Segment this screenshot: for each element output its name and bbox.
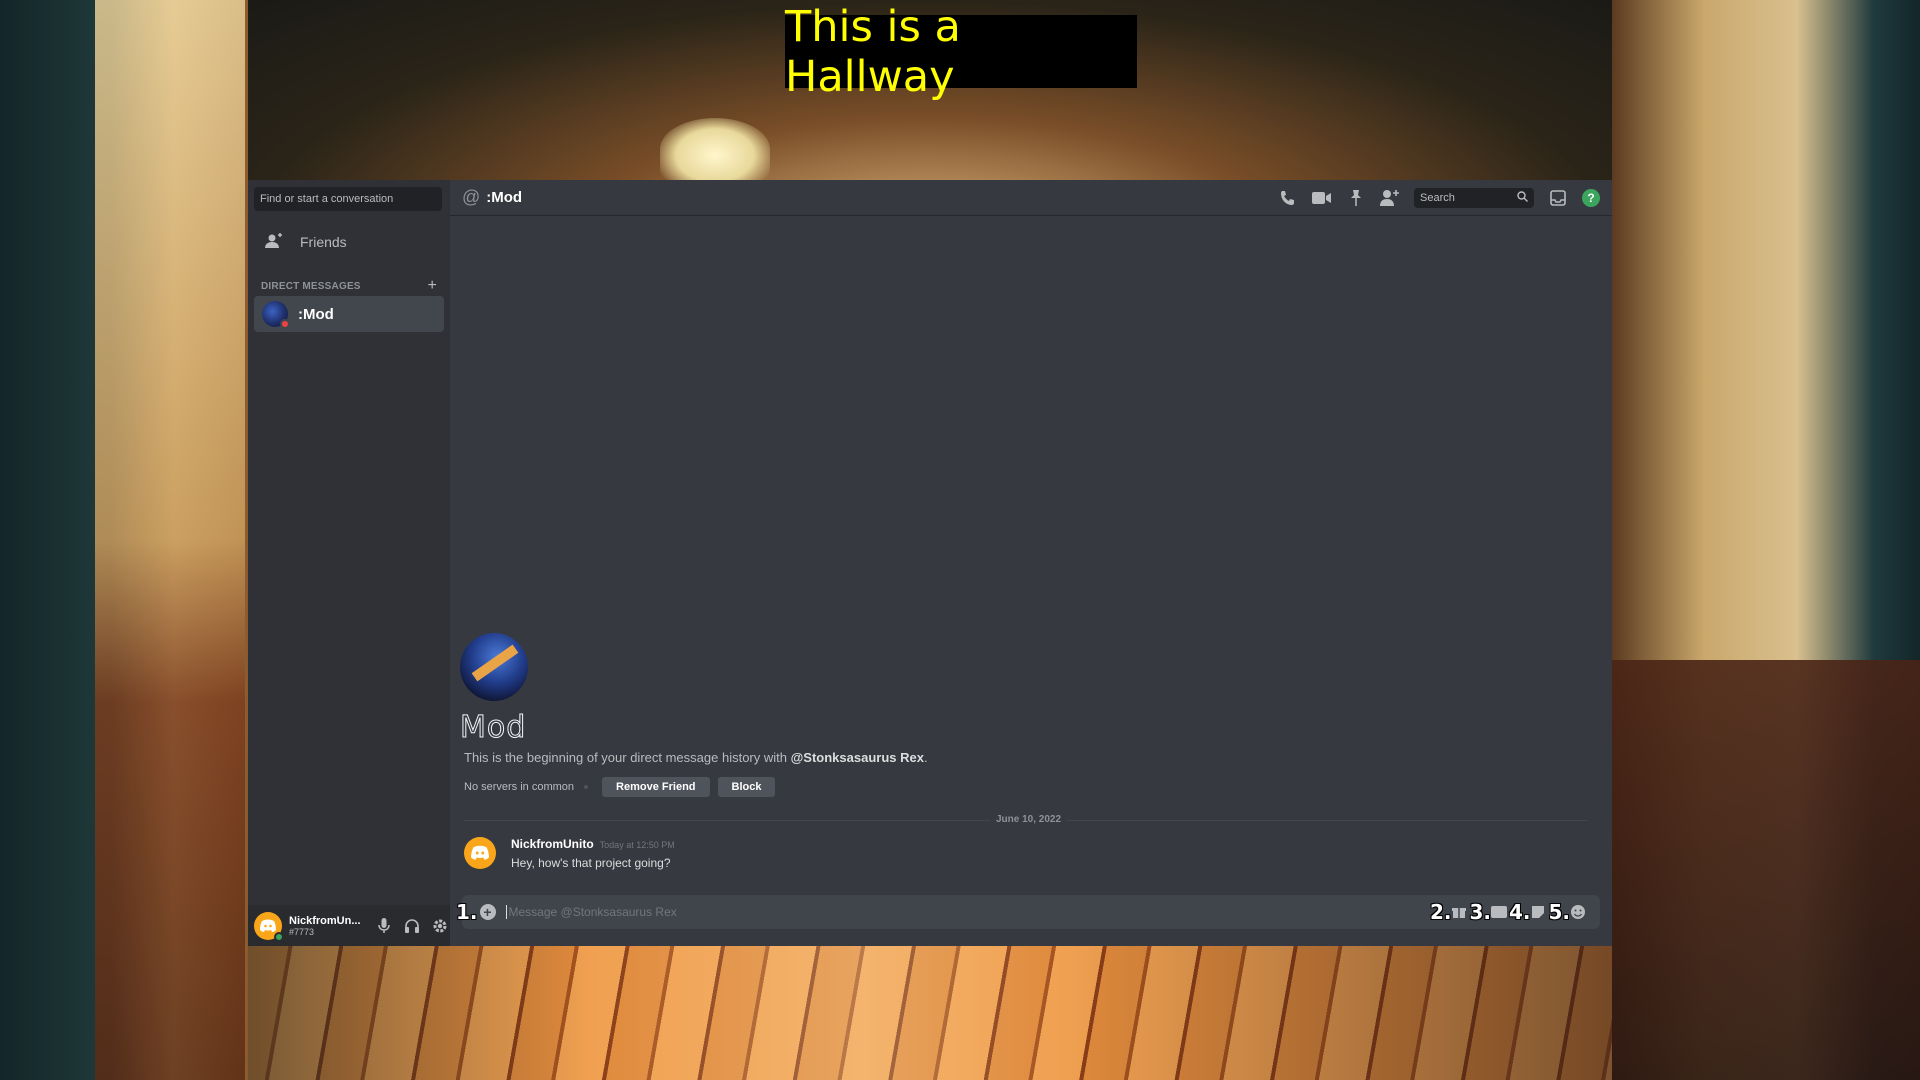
channel-header: @ :Mod Search ? (450, 180, 1612, 216)
label-4: 4. (1508, 900, 1531, 924)
welcome-desc-suffix: . (923, 750, 928, 765)
welcome-description: This is the beginning of your direct mes… (464, 750, 928, 765)
search-label: Search (1420, 192, 1455, 204)
caption-box: This is a Hallway (785, 2, 1137, 102)
message-composer: 1. + Message @Stonksasaurus Rex 2. 3. 4.… (456, 895, 1600, 929)
dm-item-name: :Mod (298, 305, 334, 323)
search-icon (1517, 189, 1528, 207)
pin-icon[interactable] (1346, 188, 1366, 208)
attach-plus-icon[interactable]: + (479, 904, 496, 920)
user-panel: NickfromUn... #7773 (248, 905, 450, 946)
welcome-desc-user: @Stonksasaurus Rex (790, 750, 924, 765)
label-2: 2. (1429, 900, 1452, 924)
welcome-actions: No servers in common Remove Friend Block (464, 777, 783, 797)
find-conversation-input[interactable]: Find or start a conversation (254, 187, 442, 211)
add-friend-icon[interactable] (1380, 188, 1400, 208)
sidebar-item-friends[interactable]: Friends (254, 224, 444, 260)
message-timestamp: Today at 12:50 PM (599, 840, 675, 850)
friends-icon (264, 232, 284, 252)
status-dnd-icon (280, 319, 290, 329)
create-dm-plus-icon[interactable]: + (427, 277, 437, 295)
discord-logo-icon (260, 919, 276, 932)
avatar (262, 301, 290, 329)
label-5: 5. (1548, 900, 1570, 924)
voice-call-icon[interactable] (1278, 188, 1298, 208)
user-name: NickfromUn... (289, 914, 361, 927)
gif-icon[interactable] (1490, 904, 1507, 920)
background-left-panel (95, 0, 245, 1080)
welcome-desc-prefix: This is the beginning of your direct mes… (464, 750, 791, 765)
no-servers-text: No servers in common (464, 781, 575, 793)
sidebar: Find or start a conversation Friends DIR… (248, 180, 450, 946)
date-divider-label: June 10, 2022 (990, 814, 1068, 825)
sticker-icon[interactable] (1530, 904, 1546, 920)
discord-logo-icon (471, 845, 489, 860)
dm-item-mod[interactable]: :Mod (254, 296, 444, 332)
message-text: Hey, how's that project going? (511, 856, 671, 870)
headphones-icon[interactable] (403, 917, 421, 935)
label-3: 3. (1469, 900, 1491, 924)
emoji-icon[interactable] (1570, 904, 1586, 920)
search-input[interactable]: Search (1414, 188, 1534, 208)
gear-icon[interactable] (431, 917, 449, 935)
separator-dot (584, 785, 589, 789)
friends-label: Friends (300, 234, 347, 250)
video-call-icon[interactable] (1312, 188, 1332, 208)
label-1: 1. (456, 900, 478, 924)
gift-icon[interactable] (1451, 904, 1467, 920)
dm-header-label: DIRECT MESSAGES (261, 280, 361, 292)
caption-text: This is a Hallway (785, 1, 961, 102)
user-avatar[interactable] (254, 911, 284, 942)
discord-window: Find or start a conversation Friends DIR… (248, 180, 1612, 946)
microphone-icon[interactable] (375, 917, 393, 935)
welcome-avatar (460, 633, 528, 701)
message-avatar[interactable] (464, 837, 496, 869)
background-lamp (660, 118, 770, 180)
message-author[interactable]: NickfromUnito (511, 837, 594, 851)
block-button[interactable]: Block (717, 777, 776, 797)
message: NickfromUnito Today at 12:50 PM Hey, how… (464, 837, 675, 870)
welcome-name: Mod (459, 710, 527, 746)
remove-friend-button[interactable]: Remove Friend (602, 777, 710, 797)
background-right-wainscot (1612, 660, 1920, 1080)
user-tag: #7773 (289, 926, 315, 937)
help-icon[interactable]: ? (1582, 189, 1600, 207)
channel-name: :Mod (486, 189, 523, 206)
status-online-icon (274, 931, 284, 942)
at-icon: @ (462, 187, 481, 207)
background-floor-shade (248, 945, 1612, 1080)
message-input[interactable]: Message @Stonksasaurus Rex (505, 905, 1430, 919)
inbox-icon[interactable] (1548, 188, 1568, 208)
dm-header: DIRECT MESSAGES + (261, 277, 437, 295)
